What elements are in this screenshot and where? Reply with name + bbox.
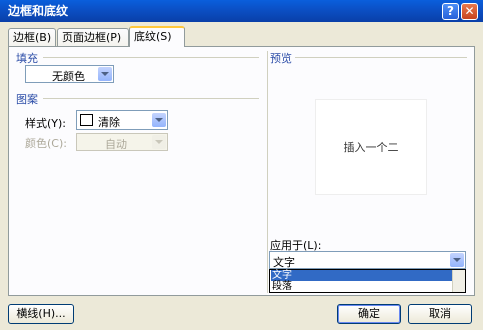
pattern-color-label: 颜色(C): <box>25 137 67 150</box>
apply-to-select[interactable]: 文字 <box>269 251 466 269</box>
fill-group-label: 填充 <box>16 52 38 65</box>
scrollbar[interactable] <box>452 270 465 292</box>
fill-divider <box>43 57 259 58</box>
pattern-divider <box>43 98 259 99</box>
help-button[interactable]: ? <box>442 3 459 20</box>
title-bar: 边框和底纹 ? ✕ <box>0 0 483 22</box>
chevron-down-icon[interactable] <box>450 253 464 267</box>
fill-color-select[interactable]: 无颜色 <box>25 65 114 83</box>
list-item[interactable]: 文字 <box>271 270 452 281</box>
list-item[interactable]: 段落 <box>271 281 452 292</box>
preview-sample-text: 插入一个二 <box>343 141 399 154</box>
tab-shading[interactable]: 底纹(S) <box>129 26 185 47</box>
pattern-color-value: 自动 <box>105 138 127 151</box>
apply-to-dropdown-list: 文字 段落 <box>269 269 466 293</box>
tab-page-border[interactable]: 页面边框(P) <box>57 28 129 46</box>
window-title: 边框和底纹 <box>8 4 69 18</box>
pattern-style-label: 样式(Y): <box>25 117 67 130</box>
pattern-style-value: 清除 <box>98 116 120 129</box>
vertical-divider <box>267 51 268 293</box>
preview-canvas: 插入一个二 <box>315 99 427 195</box>
fill-color-value: 无颜色 <box>52 70 85 83</box>
close-button[interactable]: ✕ <box>461 3 478 20</box>
ok-button[interactable]: 确定 <box>337 304 401 324</box>
pattern-swatch-icon <box>80 114 93 126</box>
pattern-group-label: 图案 <box>16 93 38 106</box>
tab-borders[interactable]: 边框(B) <box>8 28 56 46</box>
pattern-color-select: 自动 <box>76 133 168 151</box>
chevron-down-icon <box>152 135 166 149</box>
pattern-style-select[interactable]: 清除 <box>76 110 168 130</box>
apply-to-value: 文字 <box>273 256 295 269</box>
preview-group-label: 预览 <box>270 52 292 65</box>
preview-divider <box>295 57 467 58</box>
chevron-down-icon[interactable] <box>98 67 112 81</box>
horizontal-line-button[interactable]: 横线(H)... <box>8 304 74 324</box>
shading-panel: 填充 无颜色 图案 样式(Y): 清除 颜色(C): 自动 预览 插入一个二 应… <box>8 46 475 296</box>
cancel-button[interactable]: 取消 <box>408 304 472 324</box>
chevron-down-icon[interactable] <box>152 113 166 127</box>
